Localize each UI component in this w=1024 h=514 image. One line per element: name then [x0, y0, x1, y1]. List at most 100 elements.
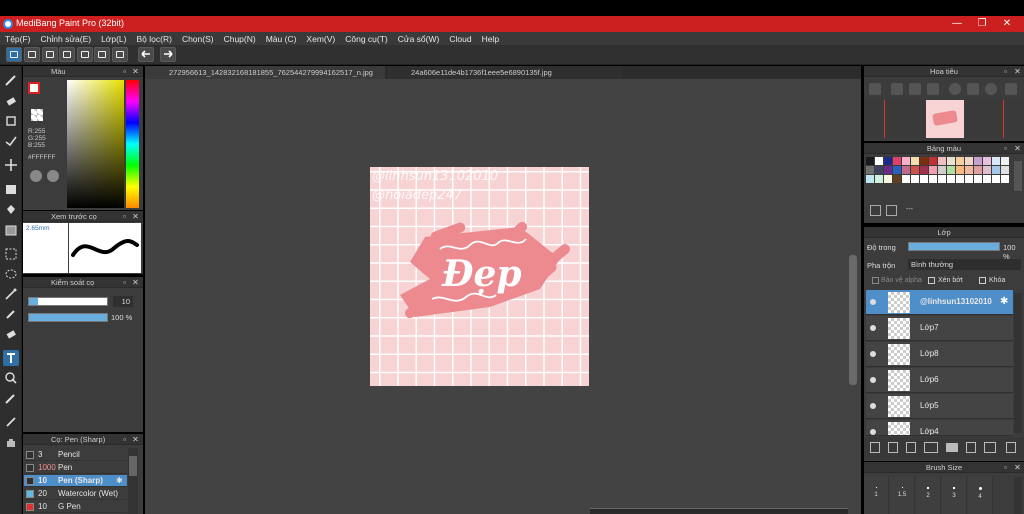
dropper-tool[interactable] [3, 414, 19, 430]
palette-swatch[interactable] [893, 175, 901, 183]
close-icon[interactable]: ✕ [1013, 463, 1022, 472]
palette-swatch[interactable] [1001, 175, 1009, 183]
palette-swatch[interactable] [974, 166, 982, 174]
close-button[interactable]: ✕ [998, 17, 1016, 31]
layer-row[interactable]: Lớp7 [866, 316, 1013, 341]
select-tool[interactable] [3, 246, 19, 262]
palette-swatch[interactable] [884, 157, 892, 165]
menu-layer[interactable]: Lớp(L) [101, 34, 126, 44]
eye-icon[interactable] [870, 325, 876, 331]
menu-filter[interactable]: Bộ lọc(R) [137, 34, 172, 44]
palette-swatch[interactable] [992, 157, 1000, 165]
document-tab-2[interactable]: 24a606e11de4b1736f1eee5e6890135f.jpg [387, 66, 623, 79]
brush-size-slot[interactable]: 3 [942, 477, 967, 514]
settings-page-button[interactable] [112, 47, 128, 62]
hand-tool[interactable] [3, 434, 19, 450]
palette-swatch[interactable] [1001, 157, 1009, 165]
folder-icon[interactable] [946, 443, 958, 452]
close-icon[interactable]: ✕ [131, 212, 140, 221]
palette-swatch[interactable] [956, 166, 964, 174]
palette-swatch[interactable] [965, 166, 973, 174]
hue-slider[interactable] [126, 80, 139, 208]
palette-swatch[interactable] [947, 157, 955, 165]
brush-size-slot[interactable]: 1 [864, 477, 889, 514]
zoom-out-icon[interactable] [891, 83, 903, 95]
menu-help[interactable]: Help [482, 34, 499, 44]
color-swap-icon[interactable] [47, 170, 59, 182]
palette-swatch[interactable] [956, 175, 964, 183]
float-icon[interactable]: ▫ [1001, 463, 1010, 472]
palette-swatch[interactable] [1001, 166, 1009, 174]
gear-icon[interactable]: ✱ [116, 475, 123, 487]
drawing-canvas[interactable]: @linhsun13102010 @hoiadep247 Đẹp [370, 167, 589, 386]
new-palette-icon[interactable] [870, 205, 881, 216]
eye-icon[interactable] [870, 299, 876, 305]
palette-swatch[interactable] [938, 175, 946, 183]
palette-swatch[interactable] [902, 157, 910, 165]
palette-swatch[interactable] [911, 175, 919, 183]
brush-list-scrollbar[interactable] [128, 448, 138, 514]
palette-swatch[interactable] [992, 175, 1000, 183]
palette-swatch[interactable] [947, 166, 955, 174]
canvas-vertical-scrollbar[interactable] [849, 255, 857, 385]
layer-row-selected[interactable]: @linhsun13102010 ✱ [866, 290, 1013, 315]
palette-swatch[interactable] [893, 157, 901, 165]
float-icon[interactable]: ▫ [120, 212, 129, 221]
brush-size-slider[interactable] [28, 297, 108, 306]
palette-swatch[interactable] [947, 175, 955, 183]
brush-size-scrollbar[interactable] [1014, 477, 1022, 514]
comment-button[interactable] [42, 47, 58, 62]
brush-item[interactable]: 10 G Pen [24, 501, 127, 513]
brush-opacity-slider[interactable] [28, 313, 108, 322]
redo-button[interactable] [160, 47, 176, 62]
layer-row[interactable]: Lớp6 [866, 368, 1013, 393]
trash-icon[interactable] [1006, 442, 1016, 453]
close-icon[interactable]: ✕ [1013, 144, 1022, 153]
eye-icon[interactable] [870, 377, 876, 383]
lock-checkbox[interactable] [979, 277, 986, 284]
eraser-tool[interactable] [3, 93, 19, 109]
palette-swatch[interactable] [938, 166, 946, 174]
close-icon[interactable]: ✕ [131, 278, 140, 287]
brush-size-slot[interactable]: 1.5 [890, 477, 915, 514]
restore-button[interactable]: ❐ [973, 17, 991, 31]
lasso-tool[interactable] [3, 266, 19, 282]
manage-button[interactable] [94, 47, 110, 62]
palette-swatch[interactable] [983, 157, 991, 165]
menu-view[interactable]: Xem(V) [306, 34, 335, 44]
palette-swatch[interactable] [929, 157, 937, 165]
reset-icon[interactable] [1005, 83, 1017, 95]
float-icon[interactable]: ▫ [1001, 67, 1010, 76]
fill-rect-tool[interactable] [3, 181, 19, 197]
layer-row[interactable]: Lớp8 [866, 342, 1013, 367]
select-eraser-tool[interactable] [3, 326, 19, 342]
palette-swatch[interactable] [893, 166, 901, 174]
palette-swatch[interactable] [875, 166, 883, 174]
palette-scrollbar[interactable] [1014, 161, 1022, 191]
palette-swatch[interactable] [875, 157, 883, 165]
line-tool[interactable] [3, 133, 19, 149]
float-icon[interactable]: ▫ [120, 67, 129, 76]
delete-palette-icon[interactable] [886, 205, 897, 216]
canvas-horizontal-scrollbar[interactable] [590, 508, 848, 514]
palette-swatch[interactable] [866, 166, 874, 174]
palette-swatch[interactable] [920, 166, 928, 174]
clipping-checkbox[interactable] [928, 277, 935, 284]
duplicate-layer-icon[interactable] [966, 442, 976, 453]
layer-row[interactable]: Lớp5 [866, 394, 1013, 419]
navigator-preview[interactable] [864, 99, 1024, 139]
chat-button[interactable] [59, 47, 75, 62]
close-icon[interactable]: ✕ [131, 67, 140, 76]
palette-swatch[interactable] [974, 157, 982, 165]
minimize-button[interactable]: — [948, 17, 966, 31]
brush-size-slot[interactable]: 2 [916, 477, 941, 514]
brush-size-value[interactable]: 10 [113, 296, 133, 307]
operation-tool[interactable] [3, 370, 19, 386]
bucket-tool[interactable] [3, 202, 19, 218]
layer-opacity-slider[interactable] [908, 242, 1000, 251]
float-icon[interactable]: ▫ [1001, 144, 1010, 153]
float-icon[interactable]: ▫ [120, 278, 129, 287]
blend-mode-select[interactable]: Bình thường [908, 259, 1021, 270]
zoom-in-icon[interactable] [869, 83, 881, 95]
merge-layer-icon[interactable] [984, 442, 996, 453]
